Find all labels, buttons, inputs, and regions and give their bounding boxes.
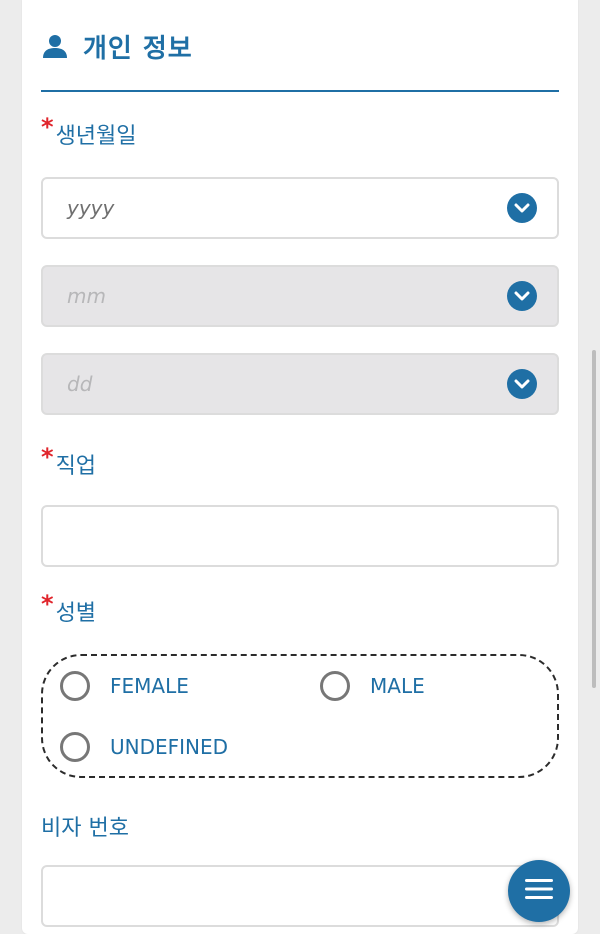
personal-info-card: 개인 정보 * 생년월일 yyyy mm dd * 직업 * 성별 FEMALE…	[22, 0, 578, 934]
occupation-input[interactable]	[41, 505, 559, 567]
occupation-label: * 직업	[41, 443, 97, 480]
required-mark: *	[41, 590, 54, 618]
visa-number-label: 비자 번호	[41, 810, 129, 842]
gender-label-text: 성별	[55, 601, 97, 626]
radio-label-male: MALE	[370, 674, 425, 698]
birth-day-select[interactable]: dd	[41, 353, 559, 415]
section-title: 개인 정보	[83, 33, 193, 64]
radio-button[interactable]	[60, 732, 90, 762]
gender-label: * 성별	[41, 590, 97, 627]
birth-year-placeholder: yyyy	[67, 196, 115, 220]
radio-label-undefined: UNDEFINED	[110, 735, 229, 759]
required-mark: *	[41, 113, 54, 141]
birthdate-label-text: 생년월일	[55, 124, 137, 149]
visa-number-input[interactable]	[41, 865, 559, 927]
section-divider	[41, 90, 559, 92]
visa-number-label-text: 비자 번호	[41, 816, 129, 841]
required-mark: *	[41, 443, 54, 471]
birth-month-placeholder: mm	[67, 284, 106, 308]
birth-day-placeholder: dd	[67, 372, 93, 396]
menu-fab-button[interactable]	[508, 860, 570, 922]
birth-year-select[interactable]: yyyy	[41, 177, 559, 239]
scrollbar[interactable]	[592, 350, 596, 688]
section-header: 개인 정보	[41, 24, 193, 68]
birthdate-label: * 생년월일	[41, 113, 137, 150]
chevron-down-icon	[507, 369, 537, 399]
radio-label-female: FEMALE	[110, 674, 189, 698]
radio-button[interactable]	[320, 671, 350, 701]
radio-button[interactable]	[60, 671, 90, 701]
gender-radio-group: FEMALE MALE UNDEFINED	[41, 654, 559, 778]
chevron-down-icon	[507, 193, 537, 223]
radio-option-female[interactable]: FEMALE	[60, 666, 189, 706]
occupation-label-text: 직업	[55, 454, 97, 479]
birth-month-select[interactable]: mm	[41, 265, 559, 327]
menu-icon	[525, 878, 553, 904]
radio-option-undefined[interactable]: UNDEFINED	[60, 727, 228, 767]
person-icon	[41, 32, 69, 60]
radio-option-male[interactable]: MALE	[320, 666, 425, 706]
chevron-down-icon	[507, 281, 537, 311]
